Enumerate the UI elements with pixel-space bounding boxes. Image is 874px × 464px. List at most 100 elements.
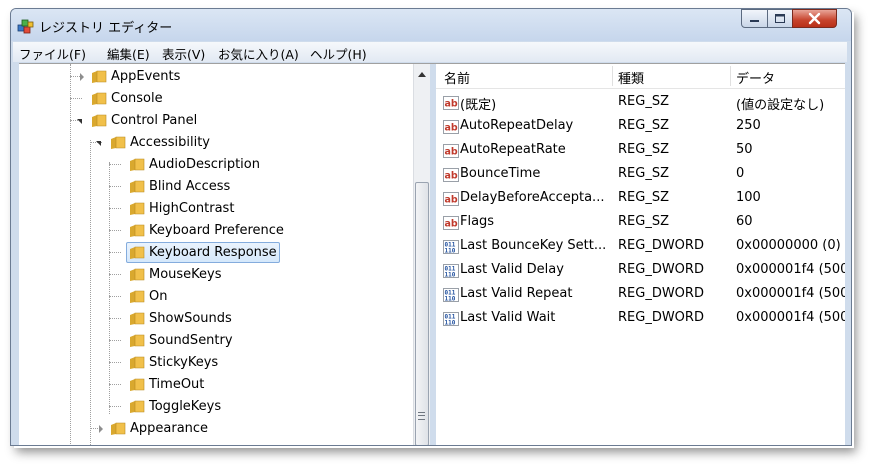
collapse-arrow-icon[interactable] [96,141,101,146]
folder-icon [130,400,145,413]
value-data: 250 [736,118,761,133]
value-row[interactable]: 011 110 Last Valid Wait REG_DWORD 0x000001f4… [436,306,845,330]
value-type: REG_DWORD [618,286,704,301]
collapse-arrow-icon[interactable] [77,119,82,124]
tree-node-label: TimeOut [149,377,205,392]
value-row[interactable]: ab Flags REG_SZ 60 [436,210,845,234]
column-header-data[interactable]: データ [736,68,775,87]
tree-node-label: Control Panel [111,113,198,128]
folder-icon [130,202,145,215]
folder-open-icon [92,114,107,127]
value-row[interactable]: ab DelayBeforeAccepta... REG_SZ 100 [436,186,845,210]
title-bar: レジストリ エディター [11,9,851,41]
tree-node-label: SoundSentry [149,333,233,348]
value-row[interactable]: 011 110 Last Valid Repeat REG_DWORD 0x000001… [436,282,845,306]
svg-text:110: 110 [445,248,456,255]
expand-arrow-icon[interactable] [80,73,84,81]
tree-node-control-panel[interactable]: Control Panel [19,110,413,132]
scroll-up-arrow-icon[interactable] [418,72,426,77]
registry-key-tree[interactable]: AppEvents Console Control Panel Accessib… [19,64,413,445]
value-data: 50 [736,142,753,157]
column-header-name[interactable]: 名前 [444,68,470,87]
folder-icon [92,70,107,83]
tree-node-keyboard-preference[interactable]: Keyboard Preference [19,220,413,242]
registry-values-list[interactable]: 名前 種類 データ ab (既定) REG_SZ (値の設定なし) ab AutoRepe… [436,64,845,445]
tree-node-label: Blind Access [149,179,231,194]
value-type: REG_SZ [618,142,669,157]
folder-icon [130,158,145,171]
value-type: REG_SZ [618,94,669,109]
binary-value-icon: 011 110 [443,311,459,327]
column-header-type[interactable]: 種類 [618,68,644,87]
tree-node-label: ShowSounds [149,311,232,326]
tree-node-appevents[interactable]: AppEvents [19,66,413,88]
maximize-button[interactable] [767,9,793,28]
value-data: 0 [736,166,745,181]
close-icon [808,12,821,25]
tree-node-accessibility[interactable]: Accessibility [19,132,413,154]
string-value-icon: ab [443,95,459,110]
value-name: AutoRepeatRate [460,142,566,157]
value-type: REG_DWORD [618,238,704,253]
tree-node-keyboard-response[interactable]: Keyboard Response [19,242,413,264]
menu-edit[interactable]: 編集(E) [107,44,150,63]
tree-node-label: Keyboard Preference [149,223,284,238]
minimize-icon [750,20,759,22]
value-name: Flags [460,214,495,229]
value-data: 100 [736,190,761,205]
value-row[interactable]: 011 110 Last BounceKey Sett... REG_DWORD 0x0… [436,234,845,258]
value-row[interactable]: ab (既定) REG_SZ (値の設定なし) [436,90,845,114]
value-data: 60 [736,214,753,229]
tree-node-stickykeys[interactable]: StickyKeys [19,352,413,374]
value-type: REG_SZ [618,166,669,181]
tree-node-showsounds[interactable]: ShowSounds [19,308,413,330]
svg-text:ab: ab [445,171,458,182]
tree-node-audiodescription[interactable]: AudioDescription [19,154,413,176]
value-type: REG_SZ [618,214,669,229]
column-header: 名前 種類 データ [436,64,845,89]
value-type: REG_DWORD [618,262,704,277]
string-value-icon: ab [443,215,459,230]
value-row[interactable]: 011 110 Last Valid Delay REG_DWORD 0x000001f… [436,258,845,282]
folder-icon [130,224,145,237]
tree-vertical-scrollbar[interactable] [413,64,431,445]
main-content: AppEvents Console Control Panel Accessib… [19,63,845,445]
close-button[interactable] [792,9,837,28]
tree-node-blind-access[interactable]: Blind Access [19,176,413,198]
menu-file[interactable]: ファイル(F) [19,44,86,63]
value-row[interactable]: ab AutoRepeatRate REG_SZ 50 [436,138,845,162]
tree-node-timeout[interactable]: TimeOut [19,374,413,396]
value-row[interactable]: ab BounceTime REG_SZ 0 [436,162,845,186]
svg-text:110: 110 [445,272,456,279]
value-name: DelayBeforeAccepta... [460,190,605,205]
tree-node-console[interactable]: Console [19,88,413,110]
tree-node-appearance[interactable]: Appearance [19,418,413,440]
tree-node-togglekeys[interactable]: ToggleKeys [19,396,413,418]
tree-node-soundsentry[interactable]: SoundSentry [19,330,413,352]
menu-favorites[interactable]: お気に入り(A) [218,44,299,63]
menu-help[interactable]: ヘルプ(H) [310,44,367,63]
value-name: BounceTime [460,166,541,181]
value-row[interactable]: ab AutoRepeatDelay REG_SZ 250 [436,114,845,138]
svg-text:ab: ab [445,219,458,230]
string-value-icon: ab [443,167,459,182]
tree-node-on[interactable]: On [19,286,413,308]
expand-arrow-icon[interactable] [99,425,103,433]
value-name: Last Valid Wait [460,310,556,325]
folder-icon [111,422,126,435]
value-type: REG_SZ [618,190,669,205]
tree-node-mousekeys[interactable]: MouseKeys [19,264,413,286]
string-value-icon: ab [443,119,459,134]
menu-view[interactable]: 表示(V) [162,44,205,63]
value-data: 0x000001f4 (500) [736,310,845,325]
value-name: Last BounceKey Sett... [460,238,607,253]
folder-icon [130,246,145,259]
value-data: 0x000001f4 (500) [736,286,845,301]
value-name: Last Valid Repeat [460,286,573,301]
scroll-thumb[interactable] [415,182,429,445]
svg-text:110: 110 [445,296,456,303]
minimize-button[interactable] [741,9,768,28]
value-data: 0x00000000 (0) [736,238,841,253]
tree-node-label: ToggleKeys [149,399,222,414]
tree-node-highcontrast[interactable]: HighContrast [19,198,413,220]
